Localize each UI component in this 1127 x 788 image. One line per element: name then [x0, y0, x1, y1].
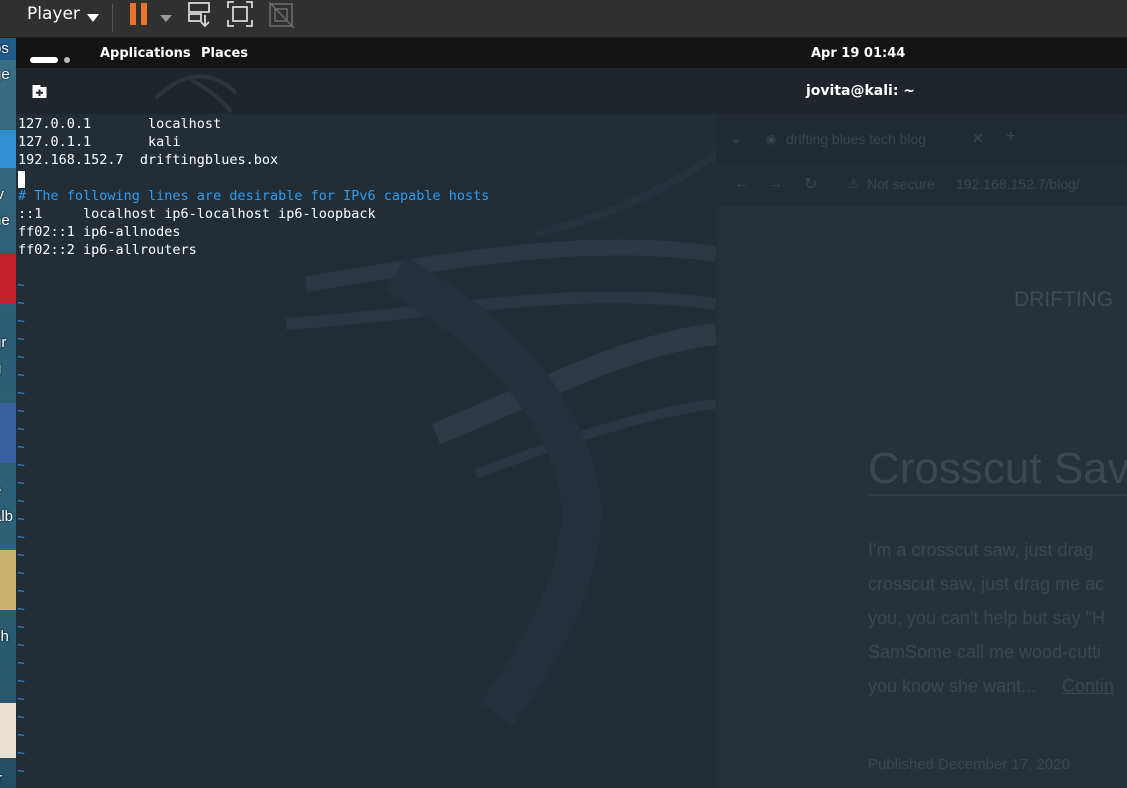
send-ctrl-alt-del-icon[interactable]	[186, 1, 214, 33]
hosts-line: ff02::2 ip6-allrouters	[18, 242, 197, 258]
vim-tilde-marker: ~	[17, 674, 25, 689]
browser-tab-bar: ⌄ ◉ drifting blues tech blog ✕ +	[716, 114, 1127, 164]
excerpt-line: you know she want...	[868, 676, 1037, 696]
published-date: Published December 17, 2020	[868, 756, 1070, 773]
warning-icon: ⚠	[848, 176, 860, 191]
vim-tilde-marker: ~	[17, 656, 25, 671]
excerpt-line: I'm a crosscut saw, just drag	[868, 540, 1094, 560]
hosts-line: 127.0.1.1 kali	[18, 134, 181, 150]
vim-tilde-marker: ~	[17, 602, 25, 617]
post-title-underline	[868, 494, 1127, 496]
tab-list-icon: ⌄	[730, 130, 742, 146]
browser-address-bar: ← → ↻ ⚠ Not secure 192.168.152.7/blog/	[716, 164, 1127, 206]
vim-tilde-marker: ~	[17, 566, 25, 581]
vim-tilde-marker: ~	[17, 422, 25, 437]
text-cursor	[18, 171, 25, 188]
separator-icon	[112, 4, 114, 36]
desktop-label-fragment: sh	[0, 628, 9, 645]
hosts-line: 192.168.152.7 driftingblues.box	[18, 152, 279, 168]
desktop-label-fragment: os	[0, 40, 9, 57]
excerpt-line: you, you can't help but say "H	[868, 608, 1105, 628]
excerpt-line: crosscut saw, just drag me ac	[868, 574, 1105, 594]
desktop-icon-partial	[0, 550, 16, 610]
places-menu[interactable]: Places	[201, 46, 248, 61]
desktop-label-fragment: he	[0, 212, 10, 229]
pause-dropdown-icon[interactable]	[159, 9, 173, 28]
reload-icon: ↻	[804, 176, 818, 193]
forward-icon: →	[768, 175, 783, 192]
vim-tilde-marker: ~	[17, 278, 25, 293]
desktop-label-fragment: g	[0, 360, 16, 377]
hosts-line: 127.0.0.1 localhost	[18, 116, 222, 132]
url-text: 192.168.152.7/blog/	[956, 176, 1080, 192]
kali-top-panel: Applications Places Apr 19 01:44	[16, 38, 1127, 68]
vim-tilde-marker: ~	[17, 296, 25, 311]
tab-favicon-icon: ◉	[766, 132, 777, 146]
fullscreen-icon[interactable]	[226, 0, 254, 32]
vim-tilde-marker: ~	[17, 584, 25, 599]
vim-tilde-marker: ~	[17, 476, 25, 491]
vim-tilde-marker: ~	[17, 458, 25, 473]
desktop-icon-partial	[0, 703, 16, 758]
continue-reading-link: Contin	[1062, 676, 1115, 696]
desktop-icon-partial	[0, 253, 16, 303]
unity-mode-icon[interactable]	[268, 1, 296, 33]
player-toolbar: Player	[0, 0, 1127, 38]
player-menu[interactable]: Player	[27, 4, 80, 24]
vim-tilde-marker: ~	[17, 440, 25, 455]
vim-tilde-marker: ~	[17, 764, 25, 779]
terminal-body[interactable]: 127.0.0.1 localhost 127.0.1.1 kali 192.1…	[16, 114, 716, 788]
pause-icon[interactable]	[128, 3, 150, 31]
applications-menu[interactable]: Applications	[100, 46, 191, 61]
vim-tilde-marker: ~	[17, 350, 25, 365]
browser-window-background: ⌄ ◉ drifting blues tech blog ✕ + ← → ↻ ⚠…	[716, 114, 1127, 788]
desktop-label-fragment: tr	[0, 770, 16, 787]
hosts-line: ::1 localhost ip6-localhost ip6-loopback	[18, 206, 376, 222]
desktop-label-fragment: ge	[0, 66, 10, 83]
vim-tilde-marker: ~	[17, 746, 25, 761]
vim-tilde-marker: ~	[17, 638, 25, 653]
vim-tilde-marker: ~	[17, 494, 25, 509]
desktop-label-fragment: iv	[0, 186, 4, 203]
vim-tilde-marker: ~	[17, 710, 25, 725]
clock[interactable]: Apr 19 01:44	[811, 46, 905, 61]
vim-tilde-marker: ~	[17, 530, 25, 545]
vim-tilde-marker: ~	[17, 548, 25, 563]
desktop-label-fragment: e	[0, 482, 16, 499]
terminal-title: jovita@kali: ~	[806, 83, 916, 99]
hosts-comment-line: # The following lines are desirable for …	[18, 188, 490, 204]
hosts-line: ff02::1 ip6-allnodes	[18, 224, 181, 240]
browser-page: DRIFTING Crosscut Sav I'm a crosscut saw…	[718, 206, 1127, 788]
vim-tilde-marker: ~	[17, 368, 25, 383]
player-dropdown-icon[interactable]	[86, 8, 100, 27]
host-desktop-strip: os ge iv he ur g e alb sh tr	[0, 38, 16, 788]
terminal-titlebar: jovita@kali: ~	[16, 68, 1127, 115]
excerpt-line: SamSome call me wood-cutti	[868, 642, 1102, 662]
vim-tilde-marker: ~	[17, 728, 25, 743]
desktop-icon-partial	[0, 130, 16, 168]
vim-tilde-marker: ~	[17, 512, 25, 527]
site-title: DRIFTING	[1014, 288, 1114, 311]
new-tab-plus-icon: +	[1006, 128, 1016, 145]
desktop-icon-partial	[0, 403, 16, 463]
browser-tab-title: drifting blues tech blog	[786, 131, 927, 147]
vim-tilde-marker: ~	[17, 314, 25, 329]
not-secure-label: Not secure	[867, 176, 935, 192]
workspace-indicator-icon[interactable]	[30, 49, 74, 68]
desktop-label-fragment: ur	[0, 334, 7, 351]
vim-tilde-marker: ~	[17, 386, 25, 401]
back-icon: ←	[734, 175, 749, 192]
vim-tilde-marker: ~	[17, 332, 25, 347]
vim-tilde-marker: ~	[17, 620, 25, 635]
post-title: Crosscut Sav	[868, 444, 1127, 493]
vim-tilde-marker: ~	[17, 404, 25, 419]
desktop-label-fragment: alb	[0, 508, 14, 525]
vim-tilde-marker: ~	[17, 692, 25, 707]
tab-close-icon: ✕	[972, 130, 984, 146]
